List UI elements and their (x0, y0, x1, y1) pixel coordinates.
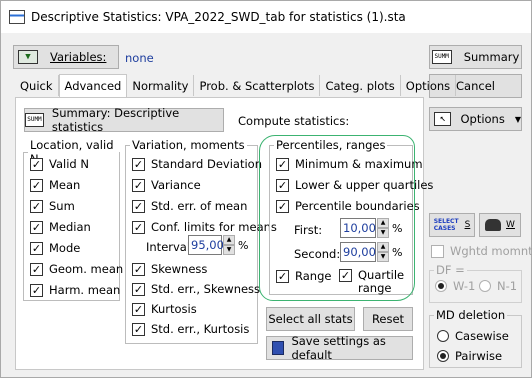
interval-value[interactable]: 95,00 (188, 235, 224, 255)
harm-mean-checkbox[interactable]: ✓ Harm. mean (30, 283, 120, 297)
spin-down-icon[interactable]: ▼ (223, 245, 235, 255)
select-cases-icon: SELECT CASES (433, 218, 459, 232)
options-button[interactable]: ↖ Options ▼ (429, 107, 522, 131)
options-button-label: Options (460, 112, 505, 126)
variables-icon: ▼ (18, 50, 38, 64)
interval-spinner[interactable]: 95,00 ▲ ▼ % (188, 235, 248, 255)
tab-normality[interactable]: Normality (127, 75, 195, 96)
dialog-window: Descriptive Statistics: VPA_2022_SWD_tab… (0, 0, 532, 378)
annotation-outline (259, 135, 415, 301)
reset-button[interactable]: Reset (363, 307, 413, 331)
summary-descriptive-label: Summary: Descriptive statistics (51, 106, 180, 134)
spin-up-icon[interactable]: ▲ (223, 235, 235, 245)
save-settings-button[interactable]: Save settings as default (266, 334, 413, 362)
interval-pct: % (238, 238, 249, 252)
tab-bar: Quick Advanced Normality Prob. & Scatter… (15, 74, 457, 97)
tab-categ-plots[interactable]: Categ. plots (320, 75, 401, 96)
skewness-checkbox[interactable]: ✓ Skewness (132, 262, 207, 276)
summary-icon: SUMM (431, 50, 452, 64)
title-bar: Descriptive Statistics: VPA_2022_SWD_tab… (1, 1, 531, 33)
tab-options[interactable]: Options (401, 75, 457, 96)
weight-button[interactable]: W (479, 213, 521, 237)
interval-label: Interval: (146, 240, 194, 254)
df-legend: DF = (434, 263, 467, 277)
summary-icon: SUMM (25, 113, 44, 127)
compute-statistics-label: Compute statistics: (238, 114, 350, 128)
save-icon (272, 341, 285, 355)
chevron-down-icon: ▼ (514, 114, 521, 124)
sum-checkbox[interactable]: ✓ Sum (30, 199, 75, 213)
geom-mean-checkbox[interactable]: ✓ Geom. mean (30, 262, 123, 276)
df-w1-radio[interactable]: W-1 (435, 279, 475, 293)
md-deletion-legend: MD deletion (434, 308, 508, 322)
std-err-mean-checkbox[interactable]: ✓ Std. err. of mean (132, 199, 247, 213)
window-title: Descriptive Statistics: VPA_2022_SWD_tab… (31, 10, 406, 24)
select-cases-button[interactable]: SELECT CASES S (429, 213, 475, 237)
df-n1-radio[interactable]: N-1 (479, 279, 517, 293)
variables-button-label: Variables: (50, 50, 107, 64)
cancel-button-label: Cancel (456, 79, 495, 93)
select-all-stats-button[interactable]: Select all stats (266, 307, 355, 331)
tab-quick[interactable]: Quick (15, 75, 59, 96)
kurtosis-checkbox[interactable]: ✓ Kurtosis (132, 302, 197, 316)
weight-w-label: W (506, 220, 515, 230)
select-cases-s: S (464, 220, 471, 230)
app-icon (9, 10, 25, 24)
tab-prob-scatterplots[interactable]: Prob. & Scatterplots (194, 75, 321, 96)
mode-checkbox[interactable]: ✓ Mode (30, 241, 80, 255)
summary-button-label: Summary (463, 50, 520, 64)
variation-legend: Variation, moments (130, 138, 247, 152)
valid-n-checkbox[interactable]: ✓ Valid N (30, 157, 89, 171)
std-err-kurtosis-checkbox[interactable]: ✓ Std. err., Kurtosis (132, 322, 249, 336)
conf-limits-checkbox[interactable]: ✓ Conf. limits for means (132, 220, 277, 234)
mean-checkbox[interactable]: ✓ Mean (30, 178, 80, 192)
tab-advanced[interactable]: Advanced (58, 74, 128, 97)
variables-button[interactable]: ▼ Variables: (13, 45, 119, 69)
weight-icon (485, 219, 502, 231)
std-dev-checkbox[interactable]: ✓ Standard Deviation (132, 157, 262, 171)
summary-descriptive-button[interactable]: SUMM Summary: Descriptive statistics (24, 106, 224, 134)
weighted-moments-checkbox[interactable]: Wghtd momnts (431, 244, 532, 258)
summary-button[interactable]: SUMM Summary (429, 45, 522, 69)
std-err-skewness-checkbox[interactable]: ✓ Std. err., Skewness (132, 282, 260, 296)
variance-checkbox[interactable]: ✓ Variance (132, 178, 201, 192)
options-icon: ↖ (434, 112, 452, 126)
median-checkbox[interactable]: ✓ Median (30, 220, 91, 234)
variables-value: none (125, 51, 154, 65)
pairwise-radio[interactable]: Pairwise (437, 349, 502, 363)
casewise-radio[interactable]: Casewise (437, 329, 509, 343)
